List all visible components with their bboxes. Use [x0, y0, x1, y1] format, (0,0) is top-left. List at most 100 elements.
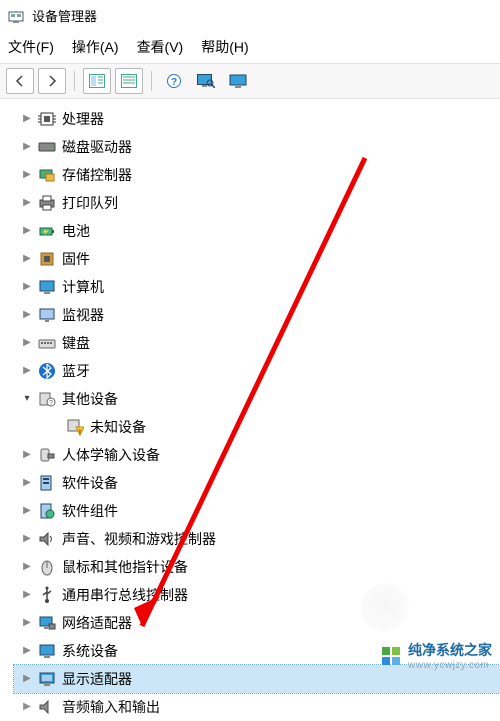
monitor-icon	[38, 306, 56, 324]
toolbar-separator	[151, 71, 152, 91]
svg-text:?: ?	[49, 400, 53, 407]
tree-item-label: 系统设备	[62, 644, 118, 658]
watermark-text: 纯净系统之家	[408, 640, 492, 660]
back-button[interactable]	[6, 68, 34, 94]
chevron-right-icon: ▶	[22, 198, 32, 208]
tree-item-label: 磁盘驱动器	[62, 140, 132, 154]
software-component-icon	[38, 502, 56, 520]
tree-item-software-components[interactable]: ▶ 软件组件	[14, 497, 500, 525]
help-button[interactable]: ?	[160, 68, 188, 94]
tree-item-keyboards[interactable]: ▶ 键盘	[14, 329, 500, 357]
tree-item-label: 固件	[62, 252, 90, 266]
software-device-icon	[38, 474, 56, 492]
tree-item-label: 存储控制器	[62, 168, 132, 182]
firmware-icon	[38, 250, 56, 268]
audio-icon	[38, 698, 56, 716]
titlebar: 设备管理器	[0, 0, 500, 33]
arrow-right-icon	[45, 74, 59, 88]
app-icon	[8, 8, 24, 24]
tree-item-disk-drives[interactable]: ▶ 磁盘驱动器	[14, 133, 500, 161]
tree-item-software-devices[interactable]: ▶ 软件设备	[14, 469, 500, 497]
tree-item-processors[interactable]: ▶ 处理器	[14, 105, 500, 133]
chevron-right-icon: ▶	[22, 226, 32, 236]
chevron-right-icon: ▶	[22, 646, 32, 656]
monitor-button[interactable]	[224, 68, 252, 94]
sound-icon	[38, 530, 56, 548]
tree-item-monitors[interactable]: ▶ 监视器	[14, 301, 500, 329]
help-icon: ?	[166, 73, 182, 89]
tree-item-unknown-device[interactable]: ! 未知设备	[14, 413, 500, 441]
tree-item-label: 显示适配器	[62, 672, 132, 686]
tree-item-label: 人体学输入设备	[62, 448, 160, 462]
tree-item-sound-video-game[interactable]: ▶ 声音、视频和游戏控制器	[14, 525, 500, 553]
chevron-right-icon: ▶	[22, 450, 32, 460]
chevron-right-icon: ▶	[22, 590, 32, 600]
properties-button[interactable]	[115, 68, 143, 94]
tree-item-label: 键盘	[62, 336, 90, 350]
tree-item-label: 网络适配器	[62, 616, 132, 630]
chevron-right-icon: ▶	[22, 254, 32, 264]
tree-item-network-adapters[interactable]: ▶ 网络适配器	[14, 609, 500, 637]
tree-item-label: 处理器	[62, 112, 104, 126]
chevron-right-icon: ▶	[22, 366, 32, 376]
menu-file[interactable]: 文件(F)	[8, 37, 54, 57]
chevron-right-icon: ▶	[22, 534, 32, 544]
chevron-right-icon: ▶	[22, 562, 32, 572]
arrow-left-icon	[13, 74, 27, 88]
tree-item-bluetooth[interactable]: ▶ 蓝牙	[14, 357, 500, 385]
tree-item-hid[interactable]: ▶ 人体学输入设备	[14, 441, 500, 469]
cpu-icon	[38, 110, 56, 128]
computer-icon	[38, 278, 56, 296]
chevron-right-icon: ▶	[22, 310, 32, 320]
mouse-icon	[38, 558, 56, 576]
chevron-right-icon: ▶	[22, 114, 32, 124]
tree-item-label: 软件设备	[62, 476, 118, 490]
tree-item-label: 其他设备	[62, 392, 118, 406]
tree-item-label: 打印队列	[62, 196, 118, 210]
menu-help[interactable]: 帮助(H)	[201, 37, 248, 57]
chevron-right-icon: ▶	[22, 618, 32, 628]
other-devices-icon: ?	[38, 390, 56, 408]
tree-item-storage-controllers[interactable]: ▶ 存储控制器	[14, 161, 500, 189]
storage-controller-icon	[38, 166, 56, 184]
tree-item-label: 监视器	[62, 308, 104, 322]
menu-view[interactable]: 查看(V)	[137, 37, 184, 57]
hid-icon	[38, 446, 56, 464]
forward-button[interactable]	[38, 68, 66, 94]
tree-item-print-queues[interactable]: ▶ 打印队列	[14, 189, 500, 217]
device-tree[interactable]: ▶ 处理器 ▶ 磁盘驱动器 ▶ 存储控制器 ▶ 打印队列 ▶ 电池 ▶ 固件 ▶…	[0, 99, 500, 721]
show-hidden-button[interactable]	[83, 68, 111, 94]
watermark: 纯净系统之家 www.ycwjzy.com	[380, 640, 492, 671]
tree-item-label: 声音、视频和游戏控制器	[62, 532, 216, 546]
scan-button[interactable]	[192, 68, 220, 94]
keyboard-icon	[38, 334, 56, 352]
tree-item-label: 电池	[62, 224, 90, 238]
tree-item-batteries[interactable]: ▶ 电池	[14, 217, 500, 245]
unknown-device-icon: !	[66, 418, 84, 436]
window-title: 设备管理器	[32, 6, 97, 25]
menubar: 文件(F) 操作(A) 查看(V) 帮助(H)	[0, 33, 500, 63]
tree-item-other-devices[interactable]: ▾ ? 其他设备	[14, 385, 500, 413]
tree-item-label: 鼠标和其他指针设备	[62, 560, 188, 574]
svg-text:!: !	[79, 429, 81, 436]
panel-icon	[89, 74, 105, 88]
tree-item-usb[interactable]: ▶ 通用串行总线控制器	[14, 581, 500, 609]
network-icon	[38, 614, 56, 632]
chevron-down-icon: ▾	[22, 394, 32, 404]
chevron-right-icon: ▶	[22, 674, 32, 684]
tree-item-firmware[interactable]: ▶ 固件	[14, 245, 500, 273]
chevron-right-icon: ▶	[22, 506, 32, 516]
usb-icon	[38, 586, 56, 604]
tree-item-label: 未知设备	[90, 420, 146, 434]
chevron-right-icon: ▶	[22, 478, 32, 488]
menu-action[interactable]: 操作(A)	[72, 37, 119, 57]
printer-icon	[38, 194, 56, 212]
monitor-icon	[229, 74, 247, 88]
watermark-logo-icon	[380, 645, 402, 667]
tree-item-computer[interactable]: ▶ 计算机	[14, 273, 500, 301]
list-icon	[121, 74, 137, 88]
chevron-right-icon: ▶	[22, 170, 32, 180]
tree-item-mice[interactable]: ▶ 鼠标和其他指针设备	[14, 553, 500, 581]
tree-item-audio-io[interactable]: ▶ 音频输入和输出	[14, 693, 500, 721]
display-adapter-icon	[38, 670, 56, 688]
